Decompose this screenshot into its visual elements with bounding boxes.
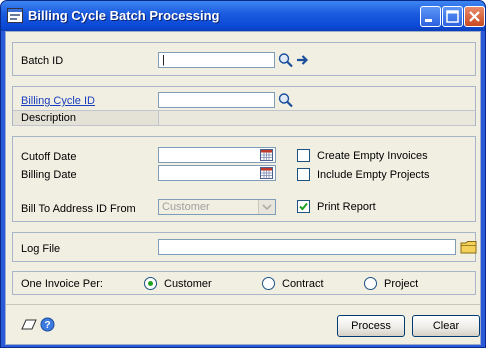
description-value <box>158 111 475 125</box>
bill-to-address-select[interactable]: Customer <box>158 199 276 215</box>
include-empty-projects-label: Include Empty Projects <box>317 169 430 181</box>
billing-cycle-panel: Billing Cycle ID Description <box>12 86 476 126</box>
invoice-per-panel: One Invoice Per: Customer Contract Proje… <box>12 271 476 295</box>
window-title: Billing Cycle Batch Processing <box>28 8 220 23</box>
print-report-label: Print Report <box>317 201 376 213</box>
bill-to-address-selected: Customer <box>162 201 210 213</box>
close-button[interactable] <box>464 6 485 27</box>
create-empty-invoices-label: Create Empty Invoices <box>317 150 428 162</box>
cutoff-date-input[interactable] <box>158 147 276 163</box>
billing-cycle-id-link[interactable]: Billing Cycle ID <box>21 95 95 107</box>
svg-text:?: ? <box>44 320 50 331</box>
log-file-input[interactable] <box>158 239 456 255</box>
billing-cycle-lookup-icon[interactable] <box>277 92 295 108</box>
note-icon[interactable] <box>20 318 38 332</box>
clear-button[interactable]: Clear <box>412 315 480 337</box>
options-panel: Cutoff Date Billing Date Create Empty In… <box>12 136 476 222</box>
description-label: Description <box>21 112 77 124</box>
batch-lookup-icon[interactable] <box>277 52 295 68</box>
billing-cycle-id-input[interactable] <box>158 92 275 108</box>
close-icon <box>469 11 480 22</box>
cutoff-date-label: Cutoff Date <box>21 151 77 163</box>
bill-to-address-label: Bill To Address ID From <box>21 203 136 215</box>
batch-id-input[interactable]: | <box>158 52 275 68</box>
checkmark-icon <box>299 202 308 211</box>
process-button[interactable]: Process <box>337 315 405 337</box>
invoice-per-project-label: Project <box>384 278 419 290</box>
batch-goto-arrow-icon[interactable] <box>294 52 312 68</box>
chevron-down-icon <box>262 204 272 211</box>
batch-panel: Batch ID | <box>12 42 476 76</box>
include-empty-projects-checkbox[interactable] <box>297 168 310 181</box>
window-client-area: Batch ID | Billing Cycle ID Description … <box>5 31 481 345</box>
help-icon[interactable]: ? <box>40 317 55 332</box>
maximize-icon <box>446 10 459 23</box>
calendar-icon[interactable] <box>260 149 273 161</box>
invoice-per-contract-label: Contract <box>282 278 324 290</box>
billing-date-label: Billing Date <box>21 169 77 181</box>
billing-date-input[interactable] <box>158 165 276 181</box>
batch-id-value: | <box>162 54 165 66</box>
batch-id-label: Batch ID <box>21 55 64 67</box>
calendar-icon[interactable] <box>260 167 273 179</box>
title-bar[interactable]: Billing Cycle Batch Processing <box>1 1 485 31</box>
log-file-panel: Log File <box>12 232 478 262</box>
bottom-divider <box>6 304 480 305</box>
invoice-per-contract-radio[interactable] <box>262 277 275 290</box>
create-empty-invoices-checkbox[interactable] <box>297 149 310 162</box>
invoice-per-project-radio[interactable] <box>364 277 377 290</box>
minimize-icon <box>425 19 432 22</box>
invoice-per-label: One Invoice Per: <box>21 278 103 290</box>
window-form-icon <box>7 8 23 23</box>
dropdown-arrow[interactable] <box>258 200 275 214</box>
description-row: Description <box>13 110 475 126</box>
invoice-per-customer-radio[interactable] <box>144 277 157 290</box>
minimize-button[interactable] <box>420 6 441 27</box>
maximize-button[interactable] <box>442 6 463 27</box>
folder-icon[interactable] <box>460 239 478 255</box>
log-file-label: Log File <box>21 243 61 255</box>
invoice-per-customer-label: Customer <box>164 278 212 290</box>
print-report-checkbox[interactable] <box>297 200 310 213</box>
billing-cycle-window: Billing Cycle Batch Processing Batch ID … <box>0 0 486 348</box>
